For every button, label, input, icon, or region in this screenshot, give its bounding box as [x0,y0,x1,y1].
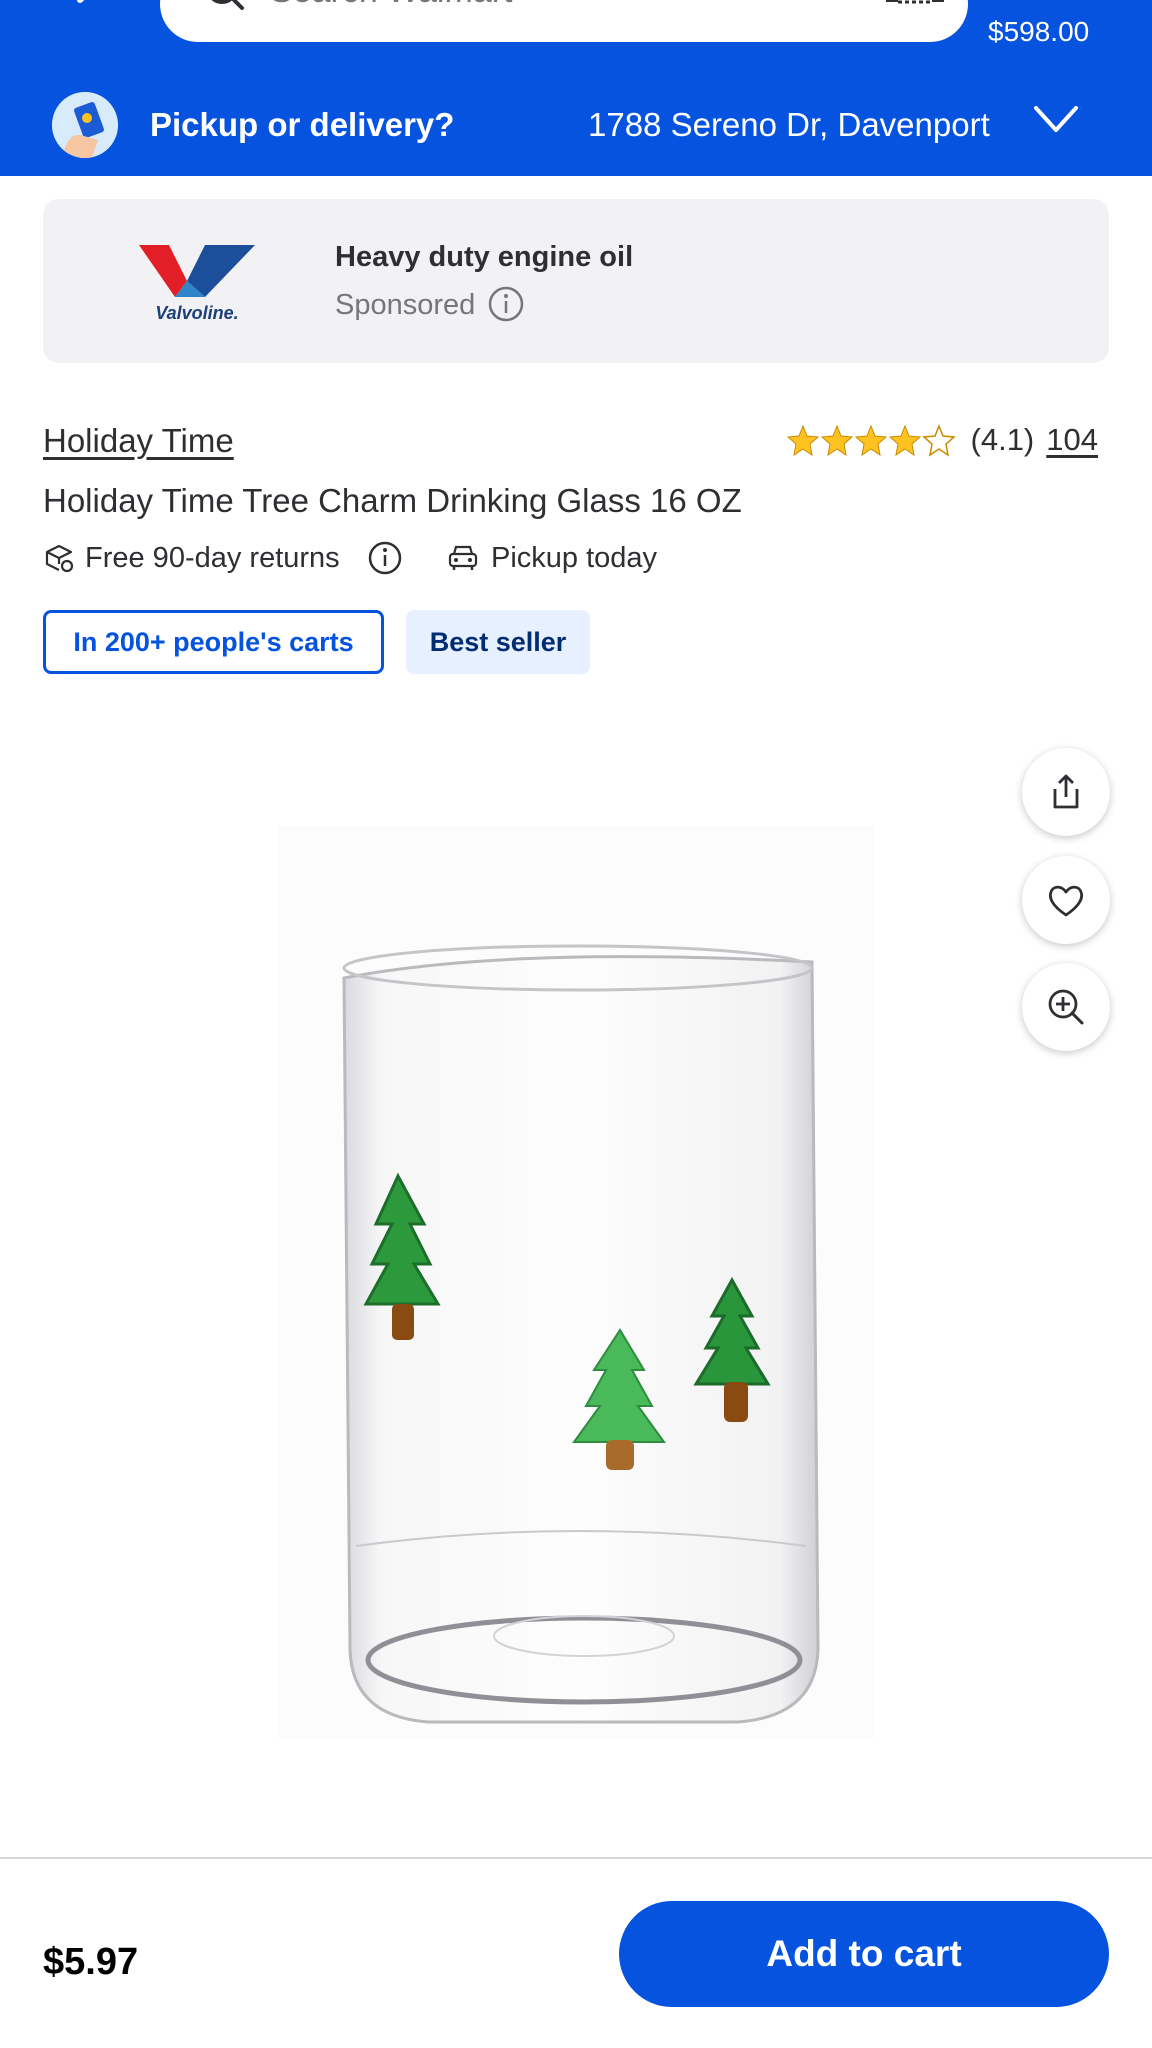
carts-popularity-badge: In 200+ people's carts [43,610,384,674]
search-input[interactable]: Search Walmart [160,0,968,42]
chevron-down-icon[interactable] [1032,100,1080,140]
cart-total: $598.00 [988,16,1090,47]
review-count-link[interactable]: 104 [1046,422,1098,458]
pickup-today-text: Pickup today [491,542,658,574]
sponsored-label: Sponsored [335,289,476,321]
share-button[interactable] [1022,748,1110,836]
product-image[interactable] [278,826,874,1738]
cart-button[interactable]: $598.00 [976,0,1152,50]
logo-wordmark: Valvoline. [155,303,238,323]
valvoline-logo: Valvoline. [139,245,255,323]
cart-icon [1036,0,1082,6]
sponsored-ad-card[interactable]: Valvoline. Heavy duty engine oil Sponsor… [43,199,1109,363]
heart-icon [1048,885,1084,917]
pickup-avatar-icon [52,92,118,158]
info-icon[interactable] [367,540,403,576]
add-to-cart-button[interactable]: Add to cart [619,1901,1109,2007]
ad-title: Heavy duty engine oil [335,241,634,273]
returns-box-icon [45,544,74,573]
bottom-purchase-bar: $5.97 Add to cart [0,1857,1152,2048]
back-arrow-icon[interactable] [60,0,120,30]
share-icon [1053,774,1079,809]
product-price: $5.97 [43,1941,139,1983]
search-placeholder: Search Walmart [270,0,512,11]
best-seller-badge: Best seller [406,610,590,674]
product-title: Holiday Time Tree Charm Drinking Glass 1… [43,482,742,519]
drinking-glass-illustration [342,944,820,1724]
barcode-scan-icon[interactable] [884,0,946,18]
zoom-in-icon [1048,989,1084,1025]
pickup-delivery-selector[interactable]: Pickup or delivery? 1788 Sereno Dr, Dave… [0,82,1152,176]
brand-link[interactable]: Holiday Time [43,422,234,460]
zoom-button[interactable] [1022,963,1110,1051]
rating-value: (4.1) [970,422,1035,457]
pickup-label: Pickup or delivery? [150,106,455,143]
car-icon [448,545,478,570]
app-header: Search Walmart $598.00 Pickup or deliver… [0,0,1152,176]
star-rating-icon [787,425,955,456]
search-icon [211,0,244,10]
delivery-address: 1788 Sereno Dr, Davenport [588,106,990,143]
rating-summary[interactable]: (4.1) 104 [787,420,1098,460]
favorite-button[interactable] [1022,856,1110,944]
returns-text: Free 90-day returns [85,542,340,574]
info-icon[interactable] [487,285,525,323]
